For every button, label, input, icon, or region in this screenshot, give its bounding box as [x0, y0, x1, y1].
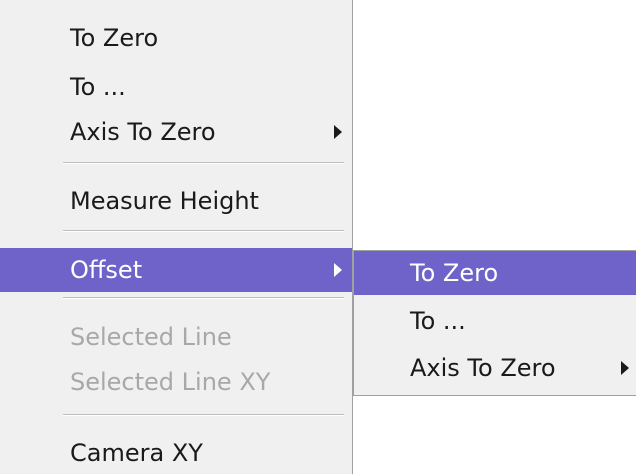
context-menu: To Zero To ... Axis To Zero Measure Heig…: [0, 0, 353, 474]
menu-separator: [63, 297, 344, 299]
submenu-item-to-zero[interactable]: To Zero: [354, 251, 636, 295]
menu-item-label: To ...: [410, 307, 466, 335]
menu-item-label: Axis To Zero: [410, 354, 556, 382]
menu-item-label: Offset: [70, 256, 143, 284]
menu-item-label: Selected Line XY: [70, 368, 271, 396]
menu-item-selected-line: Selected Line: [0, 315, 352, 359]
menu-item-label: Axis To Zero: [70, 118, 216, 146]
menu-item-label: To Zero: [70, 24, 159, 52]
menu-item-label: Measure Height: [70, 187, 259, 215]
menu-item-measure-height[interactable]: Measure Height: [0, 179, 352, 223]
menu-item-to-zero[interactable]: To Zero: [0, 16, 352, 60]
menu-separator: [63, 230, 344, 232]
offset-submenu: To Zero To ... Axis To Zero: [353, 250, 636, 396]
submenu-arrow-icon: [334, 263, 342, 277]
menu-item-label: To Zero: [410, 259, 499, 287]
menu-item-to[interactable]: To ...: [0, 65, 352, 109]
menu-item-label: Selected Line: [70, 323, 232, 351]
submenu-arrow-icon: [621, 361, 629, 375]
menu-item-offset[interactable]: Offset: [0, 248, 352, 292]
submenu-item-to[interactable]: To ...: [354, 299, 636, 343]
submenu-item-axis-to-zero[interactable]: Axis To Zero: [354, 346, 636, 390]
menu-item-camera-xy[interactable]: Camera XY: [0, 431, 352, 475]
menu-separator: [63, 162, 344, 164]
menu-separator: [63, 414, 344, 416]
menu-item-selected-line-xy: Selected Line XY: [0, 360, 352, 404]
menu-item-axis-to-zero[interactable]: Axis To Zero: [0, 110, 352, 154]
submenu-arrow-icon: [334, 125, 342, 139]
menu-item-label: Camera XY: [70, 439, 203, 467]
menu-item-label: To ...: [70, 73, 126, 101]
